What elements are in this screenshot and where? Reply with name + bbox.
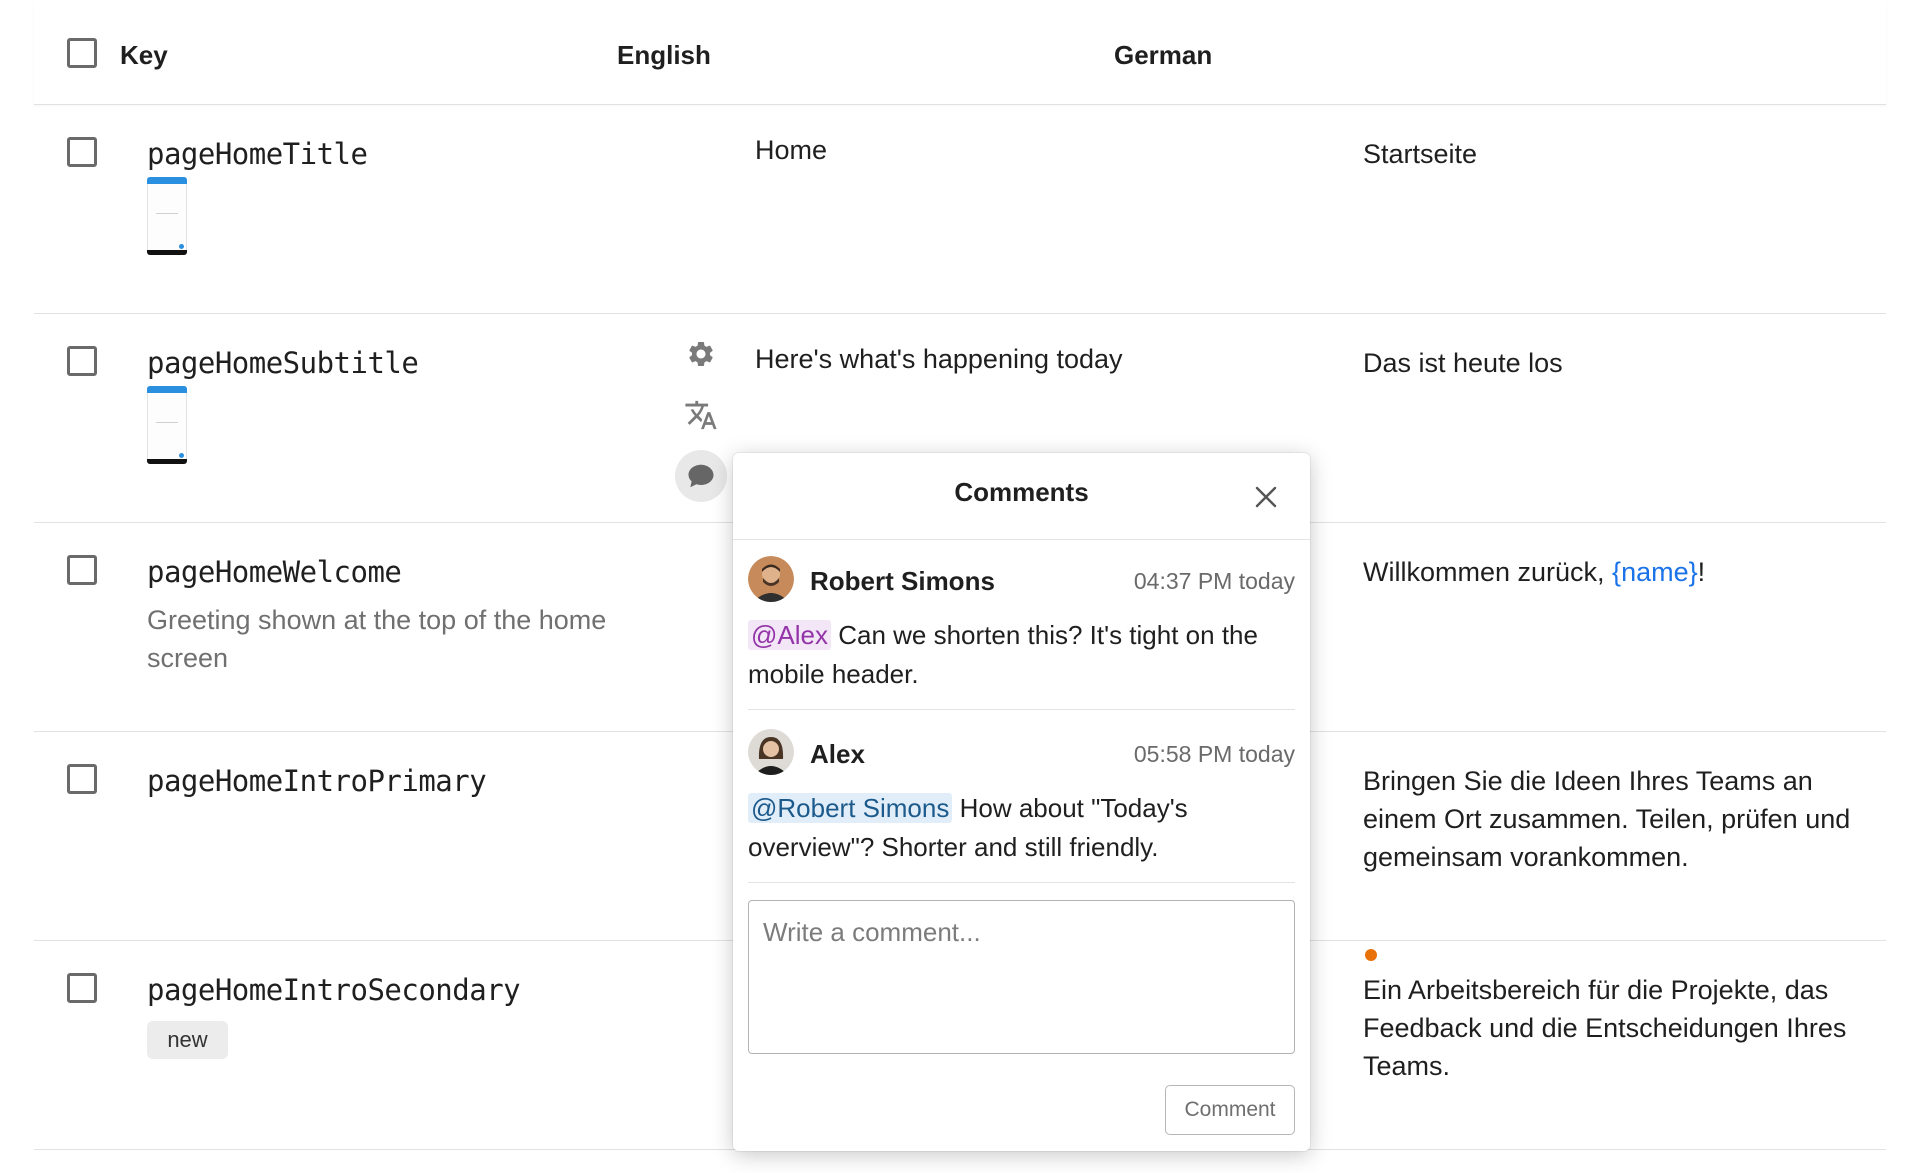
translate-icon: [685, 400, 717, 430]
translation-key: pageHomeTitle: [147, 137, 368, 171]
row-checkbox[interactable]: [67, 137, 97, 167]
key-description: Greeting shown at the top of the home sc…: [147, 605, 607, 673]
german-translation[interactable]: Willkommen zurück, {name}!: [1363, 553, 1883, 591]
new-badge: new: [147, 1021, 228, 1059]
translation-key: pageHomeWelcome: [147, 555, 402, 589]
row-checkbox[interactable]: [67, 555, 97, 585]
translation-key: pageHomeIntroSecondary: [147, 973, 521, 1007]
placeholder-variable: {name}: [1612, 557, 1698, 587]
german-text: Willkommen zurück,: [1363, 557, 1613, 587]
row-checkbox[interactable]: [67, 764, 97, 794]
german-translation[interactable]: Bringen Sie die Ideen Ihres Teams an ein…: [1363, 762, 1883, 876]
close-icon: [1255, 486, 1277, 508]
comment-input[interactable]: [748, 900, 1295, 1054]
comment-divider: [748, 882, 1295, 883]
comment-text: @Robert Simons How about "Today's overvi…: [748, 789, 1295, 867]
comment-divider: [748, 709, 1295, 710]
column-header-german: German: [1114, 40, 1213, 70]
submit-comment-button[interactable]: Comment: [1165, 1085, 1295, 1135]
comment-author: Robert Simons: [810, 566, 995, 596]
comment-timestamp: 04:37 PM today: [1133, 568, 1295, 594]
german-text-suffix: !: [1697, 557, 1706, 587]
comment-item: Alex 05:58 PM today @Robert Simons How a…: [748, 729, 1295, 889]
translation-key: pageHomeSubtitle: [147, 346, 419, 380]
gear-icon: [689, 342, 713, 366]
comment-item: Robert Simons 04:37 PM today @Alex Can w…: [748, 556, 1295, 716]
table-row[interactable]: pageHomeTitle Home Startseite: [34, 105, 1886, 314]
column-header-key: Key: [120, 40, 168, 70]
unsaved-indicator-dot: [1365, 949, 1377, 961]
comment-timestamp: 05:58 PM today: [1133, 741, 1295, 767]
select-all-checkbox[interactable]: [67, 38, 97, 68]
user-mention[interactable]: @Alex: [748, 620, 831, 650]
comments-title: Comments: [954, 477, 1089, 507]
avatar: [748, 729, 794, 775]
machine-translate-button[interactable]: [675, 389, 727, 441]
table-header: Key English German: [34, 0, 1886, 105]
close-popup-button[interactable]: [1250, 481, 1282, 513]
comments-button[interactable]: [675, 450, 727, 502]
translation-key: pageHomeIntroPrimary: [147, 764, 487, 798]
comment-author: Alex: [810, 739, 865, 769]
comments-popup: Comments Robert Simons 04:37 PM today @A…: [733, 453, 1310, 1151]
avatar: [748, 556, 794, 602]
screenshot-thumbnail[interactable]: [147, 386, 187, 464]
popup-divider: [733, 539, 1310, 540]
row-checkbox[interactable]: [67, 346, 97, 376]
german-translation[interactable]: Startseite: [1363, 135, 1883, 173]
german-translation[interactable]: Ein Arbeitsbereich für die Projekte, das…: [1363, 971, 1883, 1085]
english-translation[interactable]: Here's what's happening today: [755, 344, 1123, 375]
screenshot-thumbnail[interactable]: [147, 177, 187, 255]
settings-button[interactable]: [675, 328, 727, 380]
column-header-english: English: [617, 40, 711, 70]
english-translation[interactable]: Home: [755, 135, 827, 166]
comment-text: @Alex Can we shorten this? It's tight on…: [748, 616, 1295, 694]
row-checkbox[interactable]: [67, 973, 97, 1003]
german-translation[interactable]: Das ist heute los: [1363, 344, 1883, 382]
comment-bubble-icon: [688, 464, 714, 488]
user-mention[interactable]: @Robert Simons: [748, 793, 953, 823]
